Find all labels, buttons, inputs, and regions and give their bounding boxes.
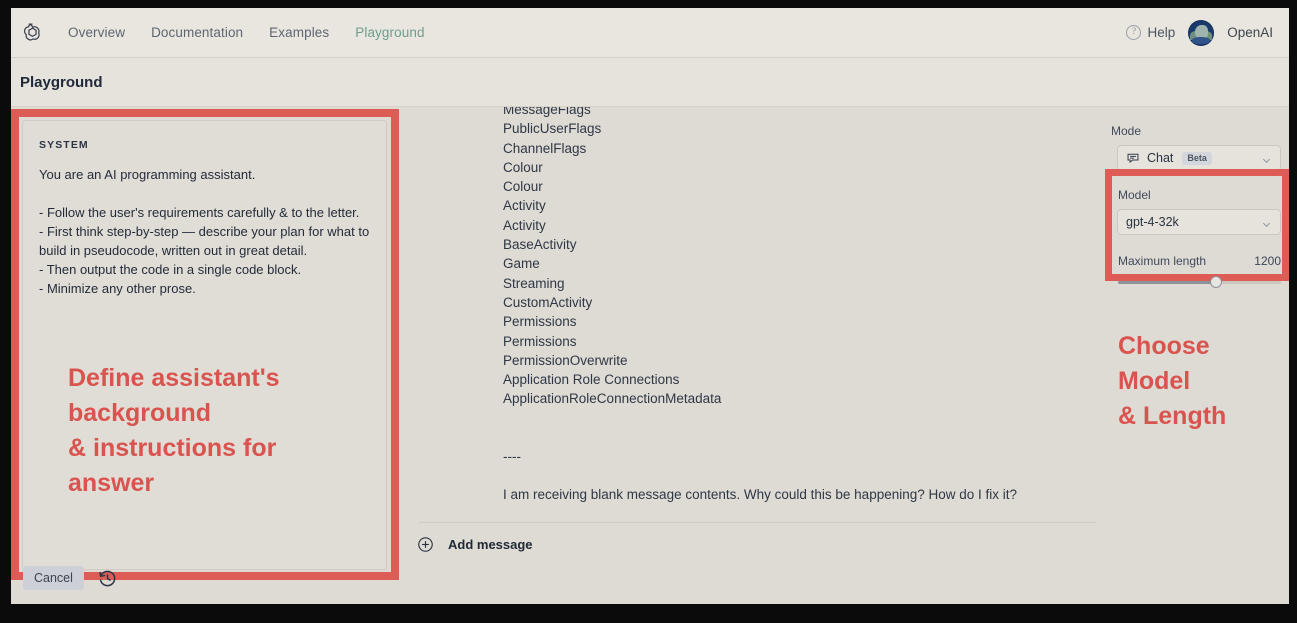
conversation-scroll-area[interactable]: MessageFlags PublicUserFlags ChannelFlag… (403, 107, 1105, 519)
maximum-length-row: Maximum length 1200 (1118, 254, 1281, 268)
divider (419, 522, 1097, 523)
nav-links: Overview Documentation Examples Playgrou… (68, 25, 425, 40)
slider-fill (1118, 281, 1216, 284)
page-title-bar: Playground (11, 58, 1289, 107)
nav-link-overview[interactable]: Overview (68, 25, 125, 40)
help-button[interactable]: ? Help (1126, 25, 1175, 40)
page-title: Playground (20, 73, 103, 91)
chevron-down-icon (1261, 153, 1272, 164)
history-clock-icon[interactable] (98, 569, 117, 588)
mode-select[interactable]: Chat Beta (1117, 145, 1281, 171)
help-label: Help (1147, 25, 1176, 40)
model-select[interactable]: gpt-4-32k (1117, 209, 1281, 235)
nav-link-documentation[interactable]: Documentation (151, 25, 243, 40)
annotation-text-right: Choose Model & Length (1118, 332, 1227, 430)
slider-thumb[interactable] (1209, 276, 1222, 288)
top-navigation-bar: Overview Documentation Examples Playgrou… (11, 8, 1289, 58)
username-label: OpenAI (1227, 25, 1273, 40)
system-label: SYSTEM (39, 139, 89, 151)
cancel-button[interactable]: Cancel (23, 566, 84, 590)
playground-body: SYSTEM You are an AI programming assista… (11, 107, 1289, 604)
user-message[interactable]: I am receiving blank message contents. W… (503, 485, 1017, 504)
question-mark-circle-icon: ? (1126, 25, 1142, 40)
model-label: Model (1118, 188, 1151, 202)
mode-value: Chat (1147, 151, 1174, 165)
nav-right-group: ? Help OpenAI (1126, 19, 1273, 46)
plus-circle-icon (417, 536, 434, 553)
nav-link-playground[interactable]: Playground (355, 25, 424, 40)
avatar[interactable] (1188, 19, 1215, 46)
maximum-length-value: 1200 (1254, 254, 1281, 268)
add-message-button[interactable]: Add message (417, 536, 533, 553)
nav-link-examples[interactable]: Examples (269, 25, 329, 40)
conversation-column: MessageFlags PublicUserFlags ChannelFlag… (403, 107, 1105, 604)
model-value: gpt-4-32k (1126, 215, 1179, 229)
controls-column: Mode Chat Beta Model gpt-4-32k Maximum l… (1105, 107, 1289, 604)
chevron-down-icon (1261, 217, 1272, 228)
add-message-label: Add message (448, 537, 533, 552)
app-window: Overview Documentation Examples Playgrou… (11, 8, 1289, 604)
mode-label: Mode (1111, 124, 1142, 138)
maximum-length-label: Maximum length (1118, 254, 1207, 268)
action-bar: Cancel (23, 566, 117, 590)
system-prompt-text[interactable]: You are an AI programming assistant. - F… (39, 165, 370, 298)
annotation-text-left: Define assistant's background & instruct… (68, 364, 280, 497)
openai-logo-icon[interactable] (18, 19, 46, 47)
assistant-message[interactable]: MessageFlags PublicUserFlags ChannelFlag… (503, 107, 1105, 467)
beta-badge: Beta (1182, 151, 1212, 165)
system-prompt-panel[interactable]: SYSTEM You are an AI programming assista… (22, 120, 387, 570)
maximum-length-slider[interactable] (1118, 275, 1281, 289)
chat-bubble-icon (1126, 151, 1140, 165)
